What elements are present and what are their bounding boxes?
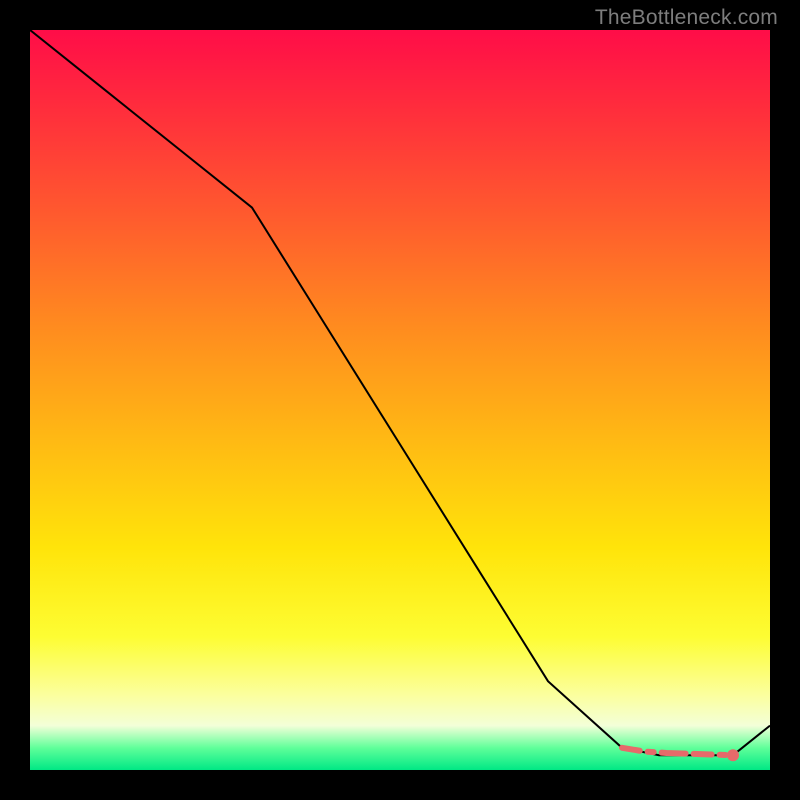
watermark-text: TheBottleneck.com xyxy=(595,6,778,30)
chart-frame: TheBottleneck.com xyxy=(0,0,800,800)
highlight-end-dot xyxy=(727,749,739,761)
chart-overlay xyxy=(30,30,770,770)
bottleneck-curve xyxy=(30,30,770,755)
highlight-segment xyxy=(622,748,733,755)
plot-area xyxy=(30,30,770,770)
